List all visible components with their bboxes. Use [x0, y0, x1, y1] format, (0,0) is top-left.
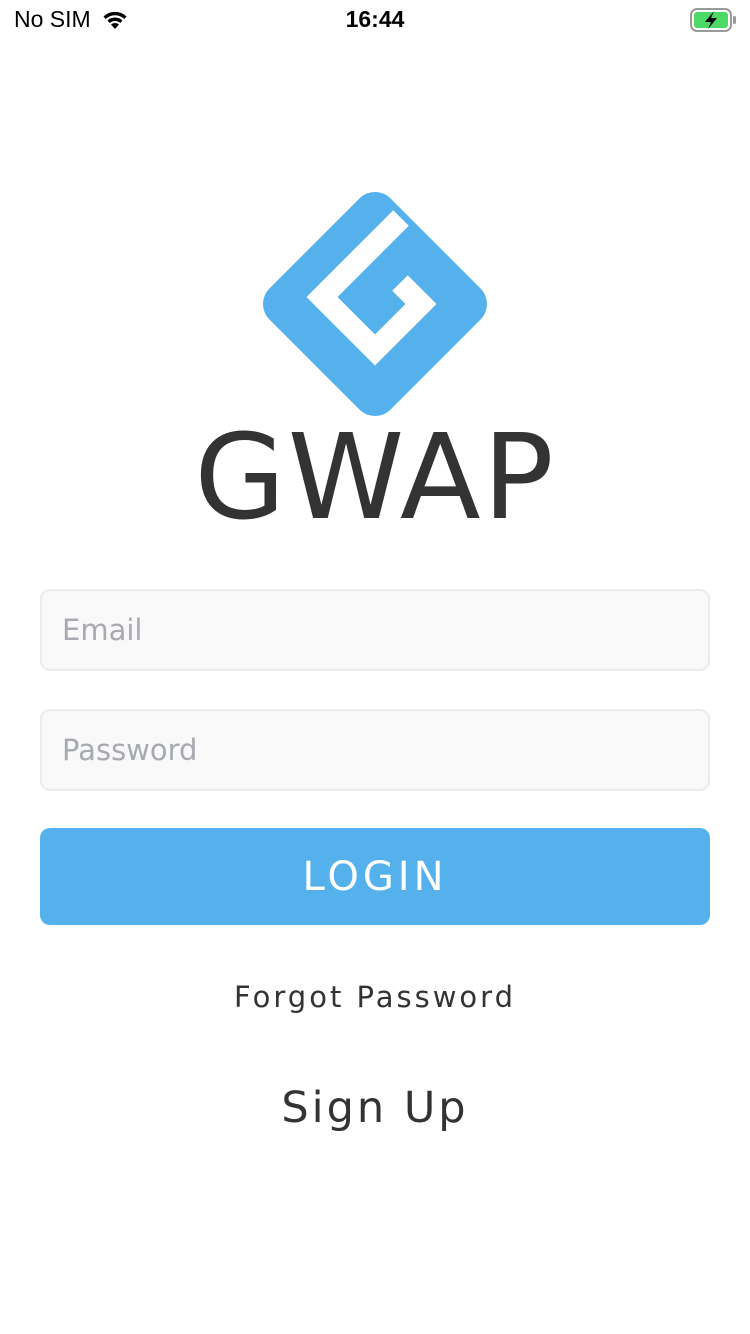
status-bar: No SIM 16:44: [0, 0, 750, 40]
forgot-password-link[interactable]: Forgot Password: [0, 980, 750, 1014]
carrier-label: No SIM: [14, 6, 91, 32]
wifi-icon: [103, 11, 127, 29]
login-button[interactable]: LOGIN: [40, 828, 710, 925]
brand-name: GWAP: [194, 408, 556, 546]
password-input[interactable]: [40, 709, 710, 791]
battery-charging-icon: [690, 8, 736, 32]
email-input[interactable]: [40, 589, 710, 671]
gwap-logo-icon: [263, 192, 487, 416]
carrier-info: No SIM: [14, 6, 129, 33]
sign-up-link[interactable]: Sign Up: [0, 1083, 750, 1133]
